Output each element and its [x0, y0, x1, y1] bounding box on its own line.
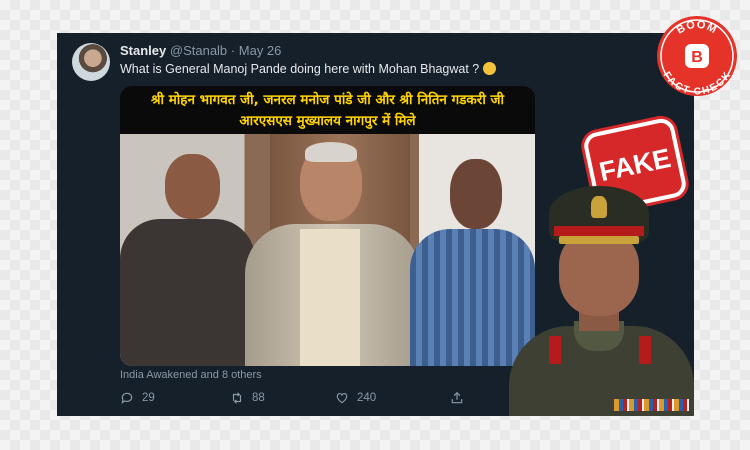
banner-line-1: श्री मोहन भागवत जी, जनरल मनोज पांडे जी औ…	[150, 92, 505, 108]
person-right-head	[450, 159, 502, 229]
collar-tab-right	[639, 336, 651, 364]
reply-icon	[121, 392, 133, 405]
banner-line-2: आरएसएस मुख्यालय नागपुर में मिले	[239, 113, 416, 129]
image-banner: श्री मोहन भागवत जी, जनरल मनोज पांडे जी औ…	[120, 86, 535, 134]
liked-by[interactable]: India Awakened and 8 others	[120, 369, 262, 381]
action-bar: 29 88 240	[120, 391, 540, 411]
thinking-face-icon	[482, 62, 496, 75]
boom-fact-check-logo: BOOM FACT CHECK B	[655, 14, 739, 98]
group-photo	[120, 134, 535, 366]
person-center-kurta	[300, 229, 360, 366]
collar-tab-left	[549, 336, 561, 364]
army-general-photo	[504, 186, 694, 416]
share-icon	[451, 391, 463, 404]
person-center-hair	[305, 142, 357, 162]
handle[interactable]: @Stanalb	[170, 43, 227, 58]
cap-visor	[559, 236, 639, 244]
retweet-count: 88	[252, 392, 265, 404]
person-left	[120, 219, 255, 366]
tweet-text: What is General Manoj Pande doing here w…	[120, 62, 496, 76]
retweet-icon	[232, 392, 242, 404]
tweet-image[interactable]: श्री मोहन भागवत जी, जनरल मनोज पांडे जी औ…	[120, 86, 535, 366]
medal-ribbons	[614, 399, 689, 411]
person-left-head	[165, 154, 220, 219]
heart-icon	[336, 393, 348, 404]
tweet-date[interactable]: May 26	[239, 43, 282, 58]
tweet-header: Stanley @Stanalb · May 26	[120, 43, 281, 58]
reply-button[interactable]: 29	[120, 391, 155, 405]
separator: ·	[230, 43, 236, 58]
badge-letter: B	[691, 49, 703, 66]
retweet-button[interactable]: 88	[230, 391, 265, 405]
like-button[interactable]: 240	[335, 391, 376, 405]
cap-band	[554, 226, 644, 236]
display-name[interactable]: Stanley	[120, 43, 166, 58]
avatar[interactable]	[72, 43, 110, 81]
like-count: 240	[357, 392, 377, 404]
reply-count: 29	[142, 392, 155, 404]
cap-badge-icon	[591, 196, 607, 218]
share-button[interactable]	[450, 391, 464, 405]
tweet-body: What is General Manoj Pande doing here w…	[120, 62, 480, 76]
